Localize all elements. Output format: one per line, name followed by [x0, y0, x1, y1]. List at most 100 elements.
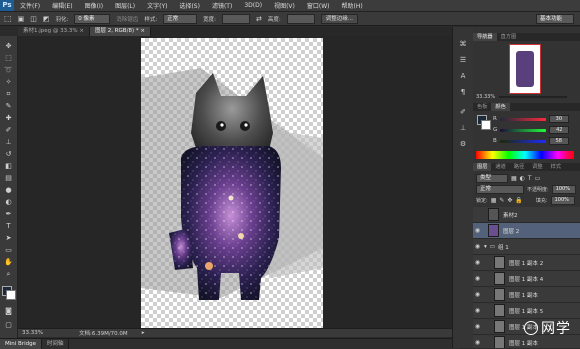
quick-mask-icon[interactable]: ◙ [3, 306, 14, 316]
background-color-swatch[interactable] [6, 290, 16, 300]
zoom-tool-icon[interactable]: ⌕ [3, 269, 14, 279]
clone-source-icon[interactable]: ⊥ [457, 123, 469, 133]
lock-image-icon[interactable]: ✎ [499, 197, 504, 204]
green-slider[interactable] [500, 128, 547, 132]
eye-icon[interactable]: ◉ [473, 227, 482, 234]
new-selection-icon[interactable]: ▣ [18, 15, 25, 23]
menu-view[interactable]: 视图(V) [268, 1, 301, 10]
close-icon[interactable]: × [79, 28, 84, 34]
menu-select[interactable]: 选择(S) [173, 1, 206, 10]
move-tool-icon[interactable]: ✥ [3, 41, 14, 51]
eye-icon[interactable]: ◉ [473, 323, 482, 330]
menu-image[interactable]: 图像(I) [79, 1, 109, 10]
red-slider[interactable] [499, 117, 546, 121]
character-panel-icon[interactable]: A [457, 71, 469, 81]
tab-doc-1[interactable]: 素材1.jpeg @ 33.3% × [18, 27, 90, 36]
red-value[interactable]: 30 [548, 115, 569, 123]
lasso-tool-icon[interactable]: ➰ [3, 65, 14, 75]
eye-icon[interactable]: ◉ [473, 275, 482, 282]
tab-channels[interactable]: 通道 [491, 163, 509, 171]
eyedropper-icon[interactable]: ✎ [3, 101, 14, 111]
bg-color-preview[interactable] [481, 120, 491, 130]
layer-row[interactable]: ◉ 图层 1 副本 5 [473, 303, 580, 319]
tab-navigator[interactable]: 导航器 [473, 33, 497, 41]
path-select-icon[interactable]: ➤ [3, 233, 14, 243]
workspace-select[interactable]: 基本功能 [536, 13, 574, 24]
crop-tool-icon[interactable]: ⌗ [3, 89, 14, 99]
layer-row[interactable]: ◉ 图层 1 副本 4 [473, 271, 580, 287]
eye-icon[interactable]: ◉ [473, 339, 482, 346]
brush-panel-icon[interactable]: ✐ [457, 107, 469, 117]
layer-group-row[interactable]: ◉ ▾ ▭ 组 1 [473, 239, 580, 255]
eye-icon[interactable]: ◉ [473, 243, 482, 250]
screen-mode-icon[interactable]: ▢ [3, 320, 14, 330]
gradient-tool-icon[interactable]: ▤ [3, 173, 14, 183]
add-selection-icon[interactable]: ◫ [30, 15, 37, 23]
tab-layers[interactable]: 图层 [473, 163, 492, 171]
menu-layer[interactable]: 图层(L) [109, 1, 141, 10]
layer-kind-select[interactable]: 类型 [476, 174, 508, 183]
width-input[interactable] [222, 13, 251, 24]
brush-tool-icon[interactable]: ✐ [3, 125, 14, 135]
close-icon[interactable]: × [140, 28, 145, 34]
tab-styles[interactable]: 样式 [547, 163, 565, 171]
marquee-tool-icon[interactable]: ⬚ [3, 53, 14, 63]
history-brush-icon[interactable]: ↺ [3, 149, 14, 159]
blur-tool-icon[interactable]: ● [3, 185, 14, 195]
eye-icon[interactable]: ◉ [473, 291, 482, 298]
eye-icon[interactable]: ◉ [473, 259, 482, 266]
menu-help[interactable]: 帮助(H) [336, 1, 369, 10]
navigator-zoom[interactable]: 33.33% [476, 94, 495, 100]
properties-panel-icon[interactable]: ☰ [457, 55, 469, 65]
document-canvas[interactable] [141, 38, 323, 328]
zoom-level[interactable]: 33.33% [22, 330, 43, 336]
eraser-tool-icon[interactable]: ◧ [3, 161, 14, 171]
refine-edge-button[interactable]: 调整边缘... [320, 13, 359, 24]
opacity-input[interactable]: 100% [551, 185, 576, 194]
layer-row[interactable]: ◉ 图层 1 副本 [473, 287, 580, 303]
menu-3d[interactable]: 3D(D) [238, 2, 268, 9]
blend-mode-select[interactable]: 正常 [476, 185, 524, 194]
hand-tool-icon[interactable]: ✋ [3, 257, 14, 267]
tab-adjustments[interactable]: 调整 [528, 163, 546, 171]
tab-histogram[interactable]: 直方图 [497, 33, 521, 41]
marquee-tool-icon[interactable]: ⬚ [4, 14, 12, 23]
filter-shape-icon[interactable]: ▭ [535, 175, 541, 182]
eye-icon[interactable]: ◉ [473, 307, 482, 314]
feather-input[interactable]: 0 像素 [74, 13, 111, 24]
history-panel-icon[interactable]: ⌘ [457, 39, 469, 49]
type-tool-icon[interactable]: T [3, 221, 14, 231]
filter-pixel-icon[interactable]: ▦ [511, 175, 517, 182]
lock-position-icon[interactable]: ✥ [507, 197, 512, 204]
menu-file[interactable]: 文件(F) [14, 1, 46, 10]
style-select[interactable]: 正常 [163, 13, 198, 24]
antialias-checkbox[interactable]: 消除锯齿 [116, 15, 138, 23]
green-value[interactable]: 42 [549, 126, 570, 134]
lock-transparency-icon[interactable]: ▦ [491, 197, 497, 204]
layer-row-selected[interactable]: ◉ 图层 2 [473, 223, 580, 239]
layer-row[interactable]: ◉ 图层 1 副本 2 [473, 255, 580, 271]
blue-slider[interactable] [499, 139, 546, 143]
status-arrow-icon[interactable]: ▸ [142, 330, 145, 336]
tab-paths[interactable]: 路径 [510, 163, 528, 171]
dodge-tool-icon[interactable]: ◐ [3, 197, 14, 207]
menu-window[interactable]: 窗口(W) [301, 1, 336, 10]
healing-brush-icon[interactable]: ✚ [3, 113, 14, 123]
tab-color[interactable]: 颜色 [491, 103, 510, 111]
color-spectrum-ramp[interactable] [476, 151, 574, 159]
tab-swatches[interactable]: 色板 [473, 103, 491, 111]
tab-doc-2[interactable]: 图层 2, RGB/8) * × [89, 27, 151, 36]
shape-tool-icon[interactable]: ▭ [3, 245, 14, 255]
magic-wand-icon[interactable]: ✧ [3, 77, 14, 87]
tool-presets-icon[interactable]: ⚙ [457, 139, 469, 149]
lock-all-icon[interactable]: 🔒 [515, 197, 522, 204]
swap-icon[interactable]: ⇄ [256, 15, 262, 23]
menu-filter[interactable]: 滤镜(T) [206, 1, 238, 10]
blue-value[interactable]: 58 [548, 137, 569, 145]
fill-input[interactable]: 100% [550, 196, 575, 205]
layer-row[interactable]: 素材2 [473, 207, 580, 223]
paragraph-panel-icon[interactable]: ¶ [457, 87, 469, 97]
subtract-selection-icon[interactable]: ◩ [43, 15, 50, 23]
height-input[interactable] [286, 13, 315, 24]
filter-adjust-icon[interactable]: ◐ [520, 175, 525, 182]
